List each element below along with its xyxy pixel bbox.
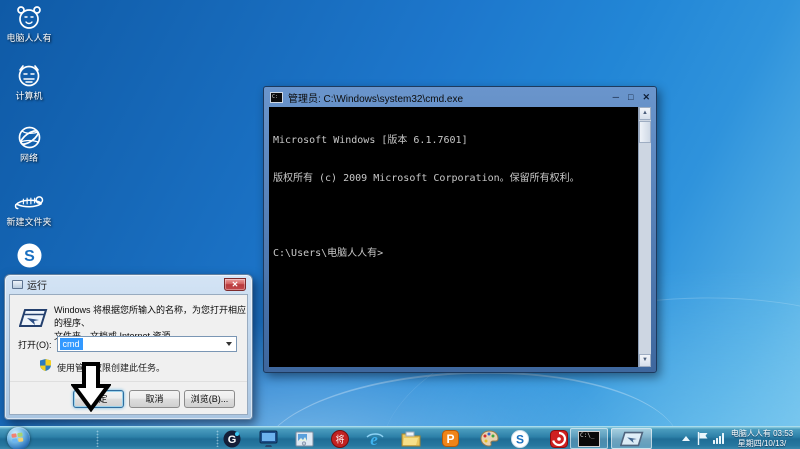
button-strip: 确定 取消 浏览(B)... bbox=[10, 381, 247, 414]
run-program-icon bbox=[19, 307, 49, 336]
console-line: 版权所有 (c) 2009 Microsoft Corporation。保留所有… bbox=[273, 173, 634, 186]
console-line bbox=[273, 210, 634, 223]
open-label: 打开(O): bbox=[18, 338, 52, 351]
paint-palette-icon[interactable] bbox=[478, 429, 500, 448]
desktop-icon-new-folder[interactable]: 新建文件夹 bbox=[0, 187, 58, 227]
sogou-browser-icon[interactable]: S bbox=[509, 429, 531, 448]
cancel-button[interactable]: 取消 bbox=[129, 390, 180, 408]
uac-shield-icon bbox=[40, 358, 51, 376]
run-dialog-body: Windows 将根据您所输入的名称，为您打开相应的程序、 文件夹、文档或 In… bbox=[9, 294, 248, 415]
action-center-flag-icon[interactable] bbox=[697, 432, 708, 449]
svg-text:S: S bbox=[516, 432, 524, 446]
minimize-icon[interactable]: ─ bbox=[613, 92, 619, 103]
desktop-icon-computer-owner[interactable]: 电脑人人有 bbox=[0, 3, 58, 43]
tiger-face-icon bbox=[14, 3, 44, 31]
desktop-icon-computer[interactable]: 计算机 bbox=[0, 61, 58, 101]
internet-explorer-icon[interactable]: e bbox=[364, 429, 386, 448]
sogou-s-icon: S bbox=[14, 241, 44, 269]
console-output[interactable]: Microsoft Windows [版本 6.1.7601] 版权所有 (c)… bbox=[269, 107, 638, 367]
desktop-icon-label: 网络 bbox=[0, 153, 58, 163]
close-button[interactable]: ✕ bbox=[224, 278, 246, 291]
console-prompt: C:\Users\电脑人人有> bbox=[273, 248, 634, 261]
chevron-down-icon[interactable] bbox=[222, 338, 235, 350]
windows-logo-icon bbox=[11, 432, 25, 445]
taskbar-separator bbox=[216, 430, 219, 447]
desktop-icon-label: 新建文件夹 bbox=[0, 217, 58, 227]
cmd-window-title: 管理员: C:\Windows\system32\cmd.exe bbox=[288, 90, 463, 105]
desktop-icon-sogou[interactable]: S bbox=[0, 241, 58, 271]
g-browser-icon[interactable]: G bbox=[221, 429, 243, 448]
run-dialog: 运行 ✕ Windows 将根据您所输入的名称，为您打开相应的程序、 文件夹、文… bbox=[4, 274, 253, 420]
pps-player-icon[interactable]: P bbox=[439, 429, 461, 448]
cmd-titlebar[interactable]: C: 管理员: C:\Windows\system32\cmd.exe ─ □ … bbox=[264, 87, 656, 107]
console-line: Microsoft Windows [版本 6.1.7601] bbox=[273, 135, 634, 148]
browse-button[interactable]: 浏览(B)... bbox=[184, 390, 235, 408]
run-input[interactable]: cmd bbox=[57, 336, 238, 352]
taskbar-separator bbox=[96, 430, 99, 447]
cmd-icon: C:\_ bbox=[578, 431, 600, 447]
ok-button[interactable]: 确定 bbox=[73, 390, 124, 408]
scroll-down-icon[interactable]: ▼ bbox=[639, 354, 651, 367]
svg-text:将: 将 bbox=[335, 434, 344, 444]
run-dialog-icon bbox=[12, 280, 23, 289]
photo-viewer-icon[interactable] bbox=[293, 429, 315, 448]
scroll-up-icon[interactable]: ▲ bbox=[639, 107, 651, 120]
taskbar-clock[interactable]: 电脑人人有 03:53 星期四/10/13/ bbox=[726, 429, 798, 448]
network-signal-icon[interactable] bbox=[713, 433, 724, 444]
documents-folder-icon[interactable] bbox=[400, 429, 422, 448]
run-dialog-title: 运行 bbox=[27, 277, 47, 292]
globe-icon bbox=[14, 123, 44, 151]
show-hidden-icons-icon[interactable] bbox=[682, 436, 690, 441]
maximize-icon[interactable]: □ bbox=[628, 92, 633, 103]
svg-text:e: e bbox=[370, 430, 378, 448]
cmd-taskbar-button[interactable]: C:\_ bbox=[570, 428, 608, 449]
display-settings-icon[interactable] bbox=[257, 429, 279, 448]
run-dialog-titlebar[interactable]: 运行 bbox=[5, 275, 252, 294]
desktop-icon-label: 计算机 bbox=[0, 91, 58, 101]
run-input-value: cmd bbox=[60, 338, 83, 350]
taskbar: G 将 e P S bbox=[0, 426, 800, 449]
desktop-icon-network[interactable]: 网络 bbox=[0, 123, 58, 163]
admin-note: 使用管理权限创建此任务。 bbox=[57, 361, 165, 374]
tiger-head-icon bbox=[14, 61, 44, 89]
scrollbar-thumb[interactable] bbox=[639, 121, 651, 143]
cmd-window: C: 管理员: C:\Windows\system32\cmd.exe ─ □ … bbox=[263, 86, 657, 373]
run-icon bbox=[620, 431, 644, 447]
close-icon[interactable]: ✕ bbox=[642, 92, 650, 103]
clock-date: 星期四/10/13/ bbox=[726, 439, 798, 449]
run-taskbar-button[interactable] bbox=[611, 428, 652, 449]
start-button[interactable] bbox=[7, 427, 30, 449]
svg-text:S: S bbox=[24, 248, 35, 265]
desktop-icon-label: 电脑人人有 bbox=[0, 33, 58, 43]
svg-text:P: P bbox=[446, 432, 454, 446]
svg-text:G: G bbox=[228, 434, 237, 446]
clock-time: 电脑人人有 03:53 bbox=[726, 429, 798, 439]
console-scrollbar[interactable]: ▲ ▼ bbox=[638, 107, 651, 367]
media-player-icon[interactable] bbox=[548, 429, 570, 448]
chinese-chess-icon[interactable]: 将 bbox=[329, 429, 351, 448]
cmd-window-icon: C: bbox=[270, 92, 283, 103]
lying-tiger-icon bbox=[14, 187, 44, 215]
